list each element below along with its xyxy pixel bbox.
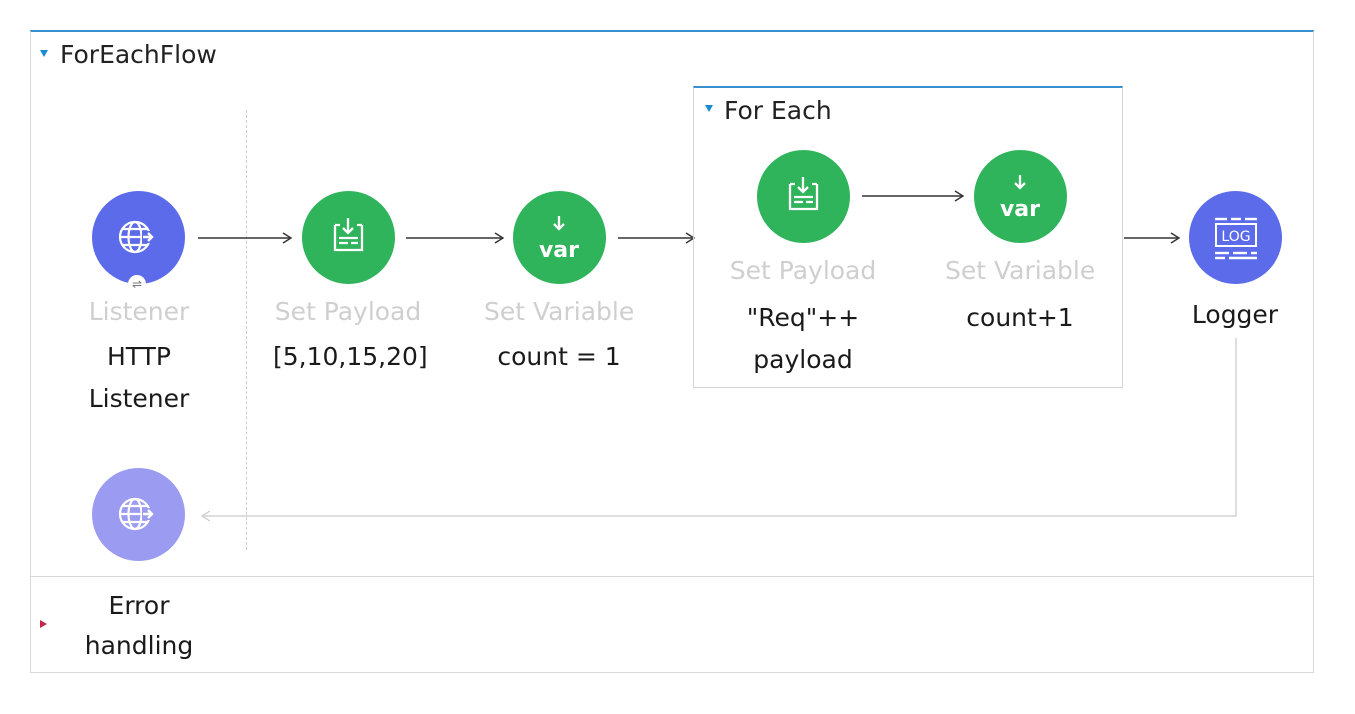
listener-type-label: Listener bbox=[88, 297, 190, 326]
http-listener-node[interactable] bbox=[92, 191, 185, 284]
set-variable-icon: var bbox=[539, 216, 579, 263]
logger-display-name: Logger bbox=[1191, 300, 1279, 329]
svg-text:var: var bbox=[1000, 197, 1040, 222]
listener-display-name: HTTP Listener bbox=[88, 342, 190, 413]
set-payload-icon bbox=[788, 177, 819, 211]
set-variable-display-name: count = 1 bbox=[497, 342, 621, 371]
collapse-foreach-icon[interactable] bbox=[705, 105, 713, 112]
set-variable-icon: var bbox=[1000, 175, 1040, 222]
logger-node[interactable]: LOG bbox=[1189, 191, 1282, 284]
foreach-set-payload-node[interactable] bbox=[757, 150, 850, 243]
set-payload-type-label: Set Payload bbox=[274, 297, 422, 326]
foreach-set-variable-node[interactable]: var bbox=[974, 150, 1067, 243]
svg-text:LOG: LOG bbox=[1221, 229, 1250, 245]
set-variable-type-label: Set Variable bbox=[484, 297, 635, 326]
foreach-set-variable-display-name: count+1 bbox=[966, 303, 1074, 332]
for-each-title: For Each bbox=[724, 96, 832, 125]
expand-error-handling-icon[interactable] bbox=[40, 620, 47, 628]
foreach-set-payload-display-name: "Req"++ payload bbox=[746, 303, 860, 374]
error-handling-label[interactable]: Error handling bbox=[64, 586, 214, 666]
http-globe-icon bbox=[118, 220, 156, 254]
set-payload-icon bbox=[333, 218, 364, 252]
set-variable-node[interactable]: var bbox=[513, 191, 606, 284]
foreach-set-variable-type-label: Set Variable bbox=[945, 256, 1096, 285]
svg-text:var: var bbox=[539, 238, 579, 263]
set-payload-display-name: [5,10,15,20] bbox=[273, 342, 428, 371]
bidirectional-exchange-icon: ⇌ bbox=[128, 275, 146, 293]
set-payload-node[interactable] bbox=[302, 191, 395, 284]
http-globe-icon bbox=[118, 497, 156, 531]
logger-icon: LOG bbox=[1215, 217, 1257, 260]
foreach-set-payload-type-label: Set Payload bbox=[729, 256, 877, 285]
error-handling-divider bbox=[31, 576, 1313, 577]
http-response-node[interactable] bbox=[92, 468, 185, 561]
